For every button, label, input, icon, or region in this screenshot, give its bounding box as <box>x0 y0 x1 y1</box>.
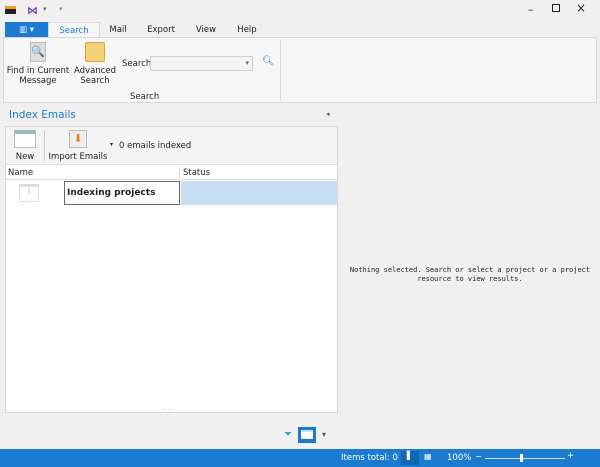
items-total: Items total: 0 <box>341 453 398 463</box>
find-label: Find in Current Message <box>6 66 70 86</box>
ribbon-group-label: Search <box>130 92 160 102</box>
chevron-down-icon[interactable]: ▾ <box>245 59 249 67</box>
advanced-search-button[interactable]: Advanced Search <box>72 42 118 86</box>
dropdown-icon[interactable]: ▾ <box>110 141 113 148</box>
mail-app-icon <box>5 6 16 14</box>
title-bar: ⋈ ▾ ▾ – × <box>0 0 600 22</box>
table-row[interactable]: ⁝ Indexing projects <box>6 181 337 205</box>
column-header-name[interactable]: Name <box>6 166 180 180</box>
zoom-slider-thumb[interactable] <box>520 454 523 462</box>
resize-grip[interactable]: ⋯⋯ <box>161 406 173 413</box>
empty-results-message: Nothing selected. Search or select a pro… <box>349 266 591 283</box>
tab-mail[interactable]: Mail <box>103 22 133 38</box>
zoom-level: 100% <box>447 453 472 463</box>
collapse-panel-icon[interactable]: ◂ <box>326 110 330 118</box>
project-icon: ⁝ <box>19 184 39 202</box>
quick-access-icon[interactable]: ▾ <box>59 5 63 13</box>
file-menu-button[interactable]: ▥ ▾ <box>5 22 48 38</box>
search-label: Search <box>122 59 152 69</box>
zoom-slider[interactable] <box>485 458 565 459</box>
emails-indexed-count: 0 emails indexed <box>119 141 192 151</box>
tab-view[interactable]: View <box>190 22 222 38</box>
import-arrow-icon: ⬇ <box>69 130 87 148</box>
close-button[interactable]: × <box>576 1 586 15</box>
tab-export[interactable]: Export <box>143 22 179 38</box>
import-emails-button[interactable]: ⬇ Import Emails <box>48 130 108 162</box>
panel-toolbar: New ⬇ Import Emails ▾ 0 emails indexed <box>6 127 337 165</box>
zoom-out-button[interactable]: − <box>475 452 482 462</box>
toolbar-divider <box>44 131 45 161</box>
magnifier-document-icon: 🔍 <box>30 42 46 62</box>
ribbon: 🔍 Find in Current Message Advanced Searc… <box>3 37 597 103</box>
view-toggle-button[interactable] <box>298 427 316 443</box>
dropdown-icon[interactable]: ▾ <box>43 5 47 13</box>
group-divider <box>280 40 281 100</box>
maximize-button[interactable] <box>552 4 560 12</box>
filter-icon[interactable]: ⏷ <box>284 429 292 440</box>
advanced-label: Advanced Search <box>74 66 116 86</box>
index-emails-panel: New ⬇ Import Emails ▾ 0 emails indexed N… <box>5 126 338 413</box>
import-label: Import Emails <box>48 152 108 162</box>
new-project-icon <box>14 130 36 148</box>
status-bar: Items total: 0 ▌ ▦ 100% − + <box>0 449 600 467</box>
new-label: New <box>15 152 35 162</box>
new-button[interactable]: New <box>10 130 40 162</box>
reading-view-button[interactable]: ▦ <box>424 452 432 461</box>
ribbon-tabs: ▥ ▾ Search Mail Export View Help <box>0 22 600 39</box>
search-combobox[interactable]: ▾ <box>150 56 253 71</box>
find-in-current-message-button[interactable]: 🔍 Find in Current Message <box>6 42 70 86</box>
tab-help[interactable]: Help <box>232 22 262 38</box>
chevron-down-icon[interactable]: ▾ <box>322 430 326 439</box>
column-header-status[interactable]: Status <box>181 166 337 180</box>
visual-studio-icon[interactable]: ⋈ <box>27 4 38 17</box>
status-cell <box>181 181 337 205</box>
zoom-in-button[interactable]: + <box>567 451 574 461</box>
normal-view-button[interactable]: ▌ <box>401 451 419 465</box>
search-icon[interactable]: 🔍︎ <box>262 56 275 67</box>
folder-search-icon <box>85 42 105 62</box>
panel-title: Index Emails <box>9 109 76 121</box>
minimize-button[interactable]: – <box>528 3 534 16</box>
project-name-cell[interactable]: Indexing projects <box>64 181 180 205</box>
